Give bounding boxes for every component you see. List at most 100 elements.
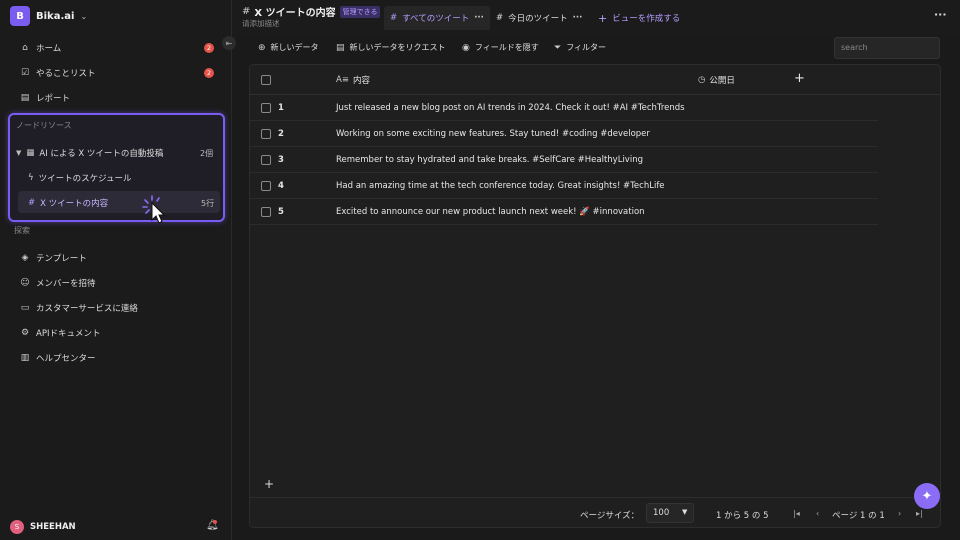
sidebar-item-label: メンバーを招待	[36, 279, 96, 289]
row-checkbox[interactable]	[261, 207, 271, 217]
filter-button[interactable]: ⏷ フィルター	[554, 42, 606, 53]
row-number: 5	[278, 207, 284, 217]
sidebar-item-report[interactable]: ▤ レポート	[20, 90, 216, 106]
automation-icon: ϟ	[28, 173, 34, 183]
permission-badge: 管理できる	[339, 5, 381, 18]
ai-assistant-sparkle-button[interactable]: ✦	[914, 483, 940, 509]
page-size-label: ページサイズ：	[580, 511, 640, 521]
support-icon: ▭	[20, 303, 30, 313]
template-icon: ◈	[21, 253, 29, 263]
select-all-checkbox[interactable]	[261, 75, 271, 85]
user-profile[interactable]: S SHEEHAN	[10, 520, 76, 534]
hide-fields-button[interactable]: ◉ フィールドを隠す	[462, 42, 539, 53]
table-icon: #	[28, 198, 36, 208]
sidebar-item-api[interactable]: ⚙ APIドキュメント	[20, 325, 216, 341]
footer-divider	[250, 497, 940, 498]
last-page-icon[interactable]: ▸|	[916, 509, 923, 518]
page-title-row: # X ツイートの内容 管理できる	[242, 4, 381, 19]
caret-down-icon: ▼	[682, 508, 688, 516]
plus-icon: +	[598, 11, 608, 25]
create-view-label: ビューを作成する	[612, 14, 681, 24]
notification-badge: 2	[204, 68, 214, 78]
cell-content[interactable]: Working on some exciting new features. S…	[336, 129, 650, 139]
add-row-icon[interactable]: +	[264, 477, 274, 491]
more-icon[interactable]: ···	[474, 13, 484, 23]
sidebar-item-label: レポート	[36, 94, 71, 104]
folder-grid-icon: ▦	[26, 148, 35, 158]
filter-icon: ⏷	[554, 42, 562, 53]
sidebar-item-help[interactable]: ▥ ヘルプセンター	[20, 350, 216, 366]
tree-folder-label: AI による X ツイートの自動投稿	[39, 149, 164, 159]
sidebar-item-label: ホーム	[36, 44, 62, 54]
search-input[interactable]: search	[834, 37, 940, 59]
workspace-name: Bika.ai	[36, 10, 75, 22]
row-checkbox[interactable]	[261, 155, 271, 165]
tree-item-count: 5行	[201, 199, 215, 208]
row-checkbox[interactable]	[261, 181, 271, 191]
table-row[interactable]: 3 Remember to stay hydrated and take bre…	[250, 147, 878, 173]
form-icon: ▤	[336, 42, 345, 53]
sidebar-item-todo[interactable]: ☑ やることリスト 2	[20, 65, 216, 81]
page-description[interactable]: 请添加描述	[242, 18, 280, 29]
tab-label: すべてのツイート	[402, 14, 470, 24]
tree-item-label: X ツイートの内容	[40, 199, 109, 209]
cell-content[interactable]: Remember to stay hydrated and take break…	[336, 155, 643, 165]
new-record-button[interactable]: ⊕ 新しいデータ	[258, 42, 319, 53]
tree-item-schedule[interactable]: ϟ ツイートのスケジュール	[28, 172, 132, 184]
cell-content[interactable]: Excited to announce our new product laun…	[336, 207, 645, 217]
row-checkbox[interactable]	[261, 129, 271, 139]
home-icon: ⌂	[22, 43, 28, 53]
column-header-content[interactable]: A≡ 内容	[336, 74, 370, 86]
column-header-publish-date[interactable]: ◷ 公開日	[698, 74, 735, 86]
cell-content[interactable]: Had an amazing time at the tech conferen…	[336, 181, 665, 191]
next-page-icon[interactable]: ›	[898, 509, 901, 518]
first-page-icon[interactable]: |◂	[793, 509, 800, 518]
tree-item-label: ツイートのスケジュール	[38, 174, 132, 184]
create-view-button[interactable]: + ビューを作成する	[592, 6, 686, 30]
report-icon: ▤	[20, 93, 30, 103]
table-row[interactable]: 5 Excited to announce our new product la…	[250, 199, 878, 225]
top-bar: # X ツイートの内容 管理できる 请添加描述 # すべてのツイート ··· #…	[232, 0, 960, 34]
sidebar-item-support[interactable]: ▭ カスタマーサービスに連絡	[20, 300, 216, 316]
row-number: 1	[278, 103, 284, 113]
clock-icon: ◷	[698, 75, 706, 85]
text-field-icon: A≡	[336, 75, 349, 85]
hide-fields-label: フィールドを隠す	[474, 43, 539, 52]
column-label: 公開日	[709, 76, 735, 86]
table-header: A≡ 内容 ◷ 公開日 +	[250, 65, 940, 95]
grid-view-icon: #	[390, 13, 398, 23]
avatar: S	[10, 520, 24, 534]
row-number: 4	[278, 181, 284, 191]
workspace-switcher[interactable]: B Bika.ai ⌄	[10, 6, 87, 26]
sidebar-item-invite[interactable]: ☺ メンバーを招待	[20, 275, 216, 291]
record-range: 1 から 5 の 5	[716, 511, 769, 521]
invite-member-icon: ☺	[20, 278, 30, 288]
table-row[interactable]: 1 Just released a new blog post on AI tr…	[250, 95, 878, 121]
prev-page-icon[interactable]: ‹	[816, 509, 819, 518]
sidebar-item-template[interactable]: ◈ テンプレート	[20, 250, 216, 266]
plus-circle-icon: ⊕	[258, 42, 266, 53]
notification-badge: 2	[204, 43, 214, 53]
sidebar-item-label: カスタマーサービスに連絡	[36, 304, 138, 314]
request-record-button[interactable]: ▤ 新しいデータをリクエスト	[336, 42, 446, 53]
more-options-icon[interactable]: ···	[934, 8, 947, 21]
cell-content[interactable]: Just released a new blog post on AI tren…	[336, 103, 685, 113]
notification-dot	[213, 520, 217, 524]
tab-all-tweets[interactable]: # すべてのツイート ···	[384, 6, 490, 30]
new-record-label: 新しいデータ	[270, 43, 319, 52]
workspace-avatar: B	[10, 6, 30, 26]
table-row[interactable]: 2 Working on some exciting new features.…	[250, 121, 878, 147]
more-icon[interactable]: ···	[573, 13, 583, 23]
row-checkbox[interactable]	[261, 103, 271, 113]
sidebar-item-home[interactable]: ⌂ ホーム 2	[20, 40, 216, 56]
sidebar: B Bika.ai ⌄ ⌂ ホーム 2 ☑ やることリスト 2 ▤ レポート ノ…	[0, 0, 232, 540]
page-title[interactable]: X ツイートの内容	[254, 4, 335, 19]
tree-item-x-content[interactable]: # X ツイートの内容	[28, 197, 108, 209]
request-record-label: 新しいデータをリクエスト	[349, 43, 446, 52]
table-row[interactable]: 4 Had an amazing time at the tech confer…	[250, 173, 878, 199]
add-column-icon[interactable]: +	[794, 71, 805, 86]
tab-today-tweets[interactable]: # 今日のツイート ···	[490, 6, 588, 30]
grid-view-icon: #	[496, 13, 504, 23]
table-icon: #	[242, 6, 251, 17]
tree-folder[interactable]: ▼ ▦ AI による X ツイートの自動投稿	[16, 147, 163, 159]
